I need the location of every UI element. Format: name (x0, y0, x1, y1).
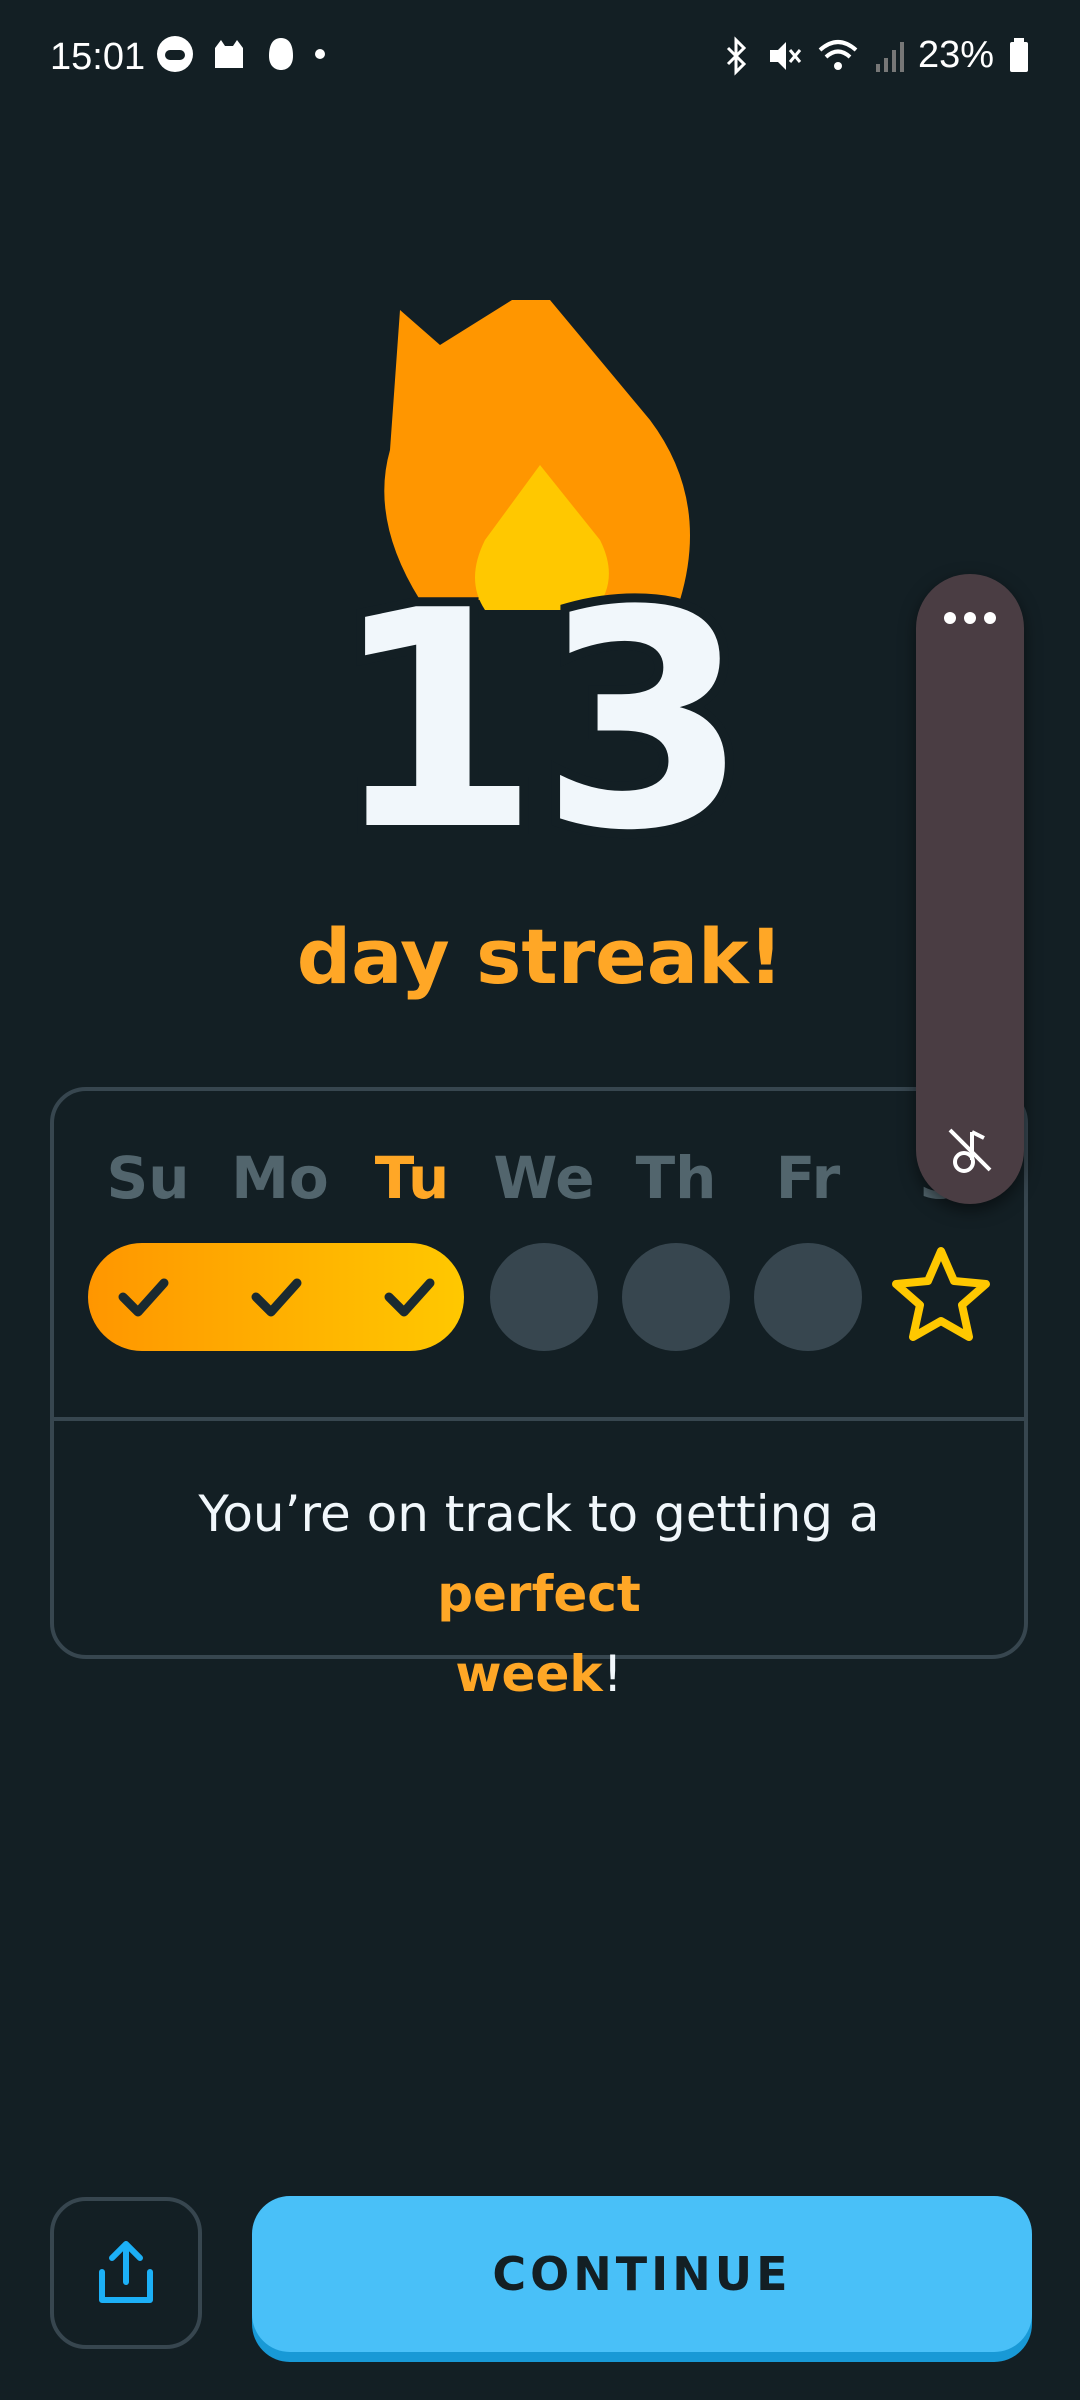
wifi-icon (818, 39, 858, 70)
more-dots-icon[interactable] (916, 608, 1024, 628)
week-progress-card: Su Mo Tu We Th Fr S You’re on track to g… (50, 1087, 1028, 1703)
continue-button[interactable]: CONTINUE (252, 2196, 1032, 2352)
day-label-we: We (493, 1144, 595, 1212)
duolingo-owl-icon (269, 38, 293, 70)
card-divider (54, 1417, 1024, 1421)
message-highlight-perfect: perfect (437, 1565, 641, 1623)
dot-icon (315, 49, 325, 59)
star-icon (892, 1247, 990, 1341)
message-suffix: ! (602, 1645, 623, 1703)
check-icon (384, 1278, 435, 1317)
completed-days-pill (88, 1243, 464, 1351)
day-label-tu: Tu (374, 1144, 450, 1212)
floating-overlay-panel[interactable] (916, 574, 1024, 1204)
day-dot-we (490, 1243, 598, 1351)
day-label-su: Su (106, 1144, 190, 1212)
day-dot-fr (754, 1243, 862, 1351)
share-icon (99, 2241, 153, 2303)
streak-count-text: 13 (331, 555, 748, 855)
check-icon (118, 1278, 169, 1317)
day-dot-th (622, 1243, 730, 1351)
mute-icon (769, 41, 802, 70)
day-label-th: Th (635, 1144, 717, 1212)
battery-icon (1010, 37, 1028, 72)
system-icons: 23% (722, 34, 1030, 77)
music-off-icon[interactable] (942, 1122, 998, 1178)
notification-icons (155, 34, 327, 74)
signal-icon (875, 41, 904, 72)
battery-percent: 23% (917, 34, 994, 76)
day-label-fr: Fr (775, 1144, 841, 1212)
cat-icon (215, 40, 243, 68)
bluetooth-icon (726, 35, 747, 76)
perfect-week-message: You’re on track to getting a perfect week… (94, 1474, 984, 1714)
check-icon (251, 1278, 302, 1317)
message-highlight-week: week (455, 1645, 603, 1703)
status-bar: 15:01 23% (0, 0, 1080, 120)
status-time: 15:01 (50, 36, 146, 78)
game-controller-icon (157, 36, 193, 72)
message-prefix: You’re on track to getting a (198, 1485, 880, 1543)
share-button[interactable] (50, 2197, 202, 2349)
day-label-mo: Mo (231, 1144, 329, 1212)
